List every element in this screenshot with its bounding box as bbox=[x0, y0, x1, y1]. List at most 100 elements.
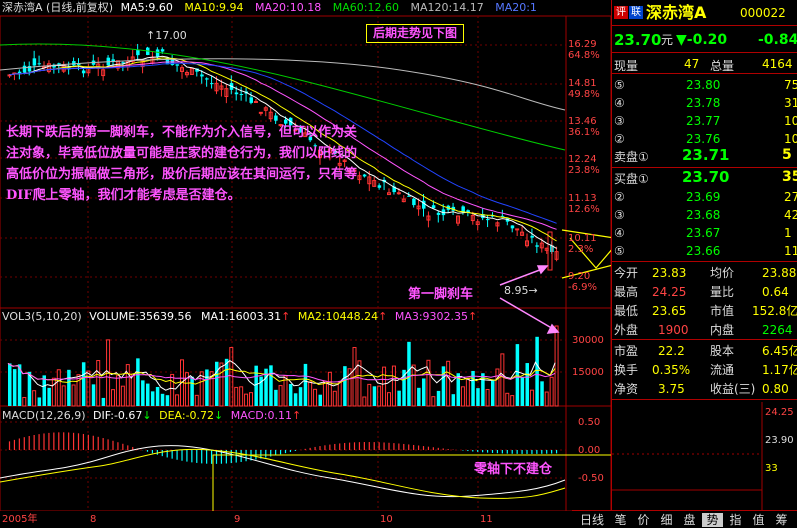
sell-volume: 31 bbox=[784, 96, 797, 110]
sell-row[interactable]: ⑤ 23.80 75 bbox=[612, 76, 797, 94]
volume-bar bbox=[554, 325, 559, 407]
fund-label: 净资 bbox=[614, 382, 639, 396]
stats-row: 最低 23.65 市值 152.8亿 bbox=[612, 302, 797, 321]
stats-value: 24.25 bbox=[652, 285, 687, 299]
intraday-inset[interactable]: 24.25 23.90 33 bbox=[612, 402, 797, 510]
time-axis: 2005年 8 9 10 11 bbox=[0, 511, 612, 528]
volume-bar bbox=[343, 366, 347, 406]
volume-bar bbox=[407, 341, 411, 406]
volume-bar bbox=[446, 360, 451, 407]
candle-body bbox=[436, 212, 441, 215]
buy-row[interactable]: ③ 23.68 42 bbox=[612, 206, 797, 224]
sell-order-book: ⑤ 23.80 75 ④ 23.78 31 ③ 23.77 10 ② 23.76 10 卖盘① 23.71… bbox=[612, 76, 797, 168]
pct-tick: 64.8% bbox=[568, 50, 600, 61]
candle-body bbox=[37, 63, 42, 65]
volume-bar bbox=[170, 373, 175, 407]
fund-label: 换手 bbox=[614, 363, 639, 377]
tab-8[interactable]: 筹 bbox=[771, 513, 792, 527]
fund-value: 0.80 bbox=[762, 382, 789, 396]
candle-body bbox=[205, 78, 209, 80]
tab-4[interactable]: 盘 bbox=[679, 513, 700, 527]
quote-panel: 评 联 深赤湾A 000022 23.70 元 ▼-0.20 -0.84 现量 … bbox=[572, 0, 797, 528]
volume-bar bbox=[239, 386, 244, 407]
tab-3[interactable]: 细 bbox=[656, 513, 677, 527]
volume-bar bbox=[327, 371, 332, 407]
volume-bar bbox=[194, 394, 199, 407]
tab-5[interactable]: 势 bbox=[702, 513, 723, 527]
fund-value: 22.2 bbox=[658, 344, 685, 358]
candle-body bbox=[377, 185, 382, 188]
buy-row[interactable]: 买盘① 23.70 35 bbox=[612, 170, 797, 188]
volume-bar bbox=[249, 392, 253, 407]
tab-2[interactable]: 价 bbox=[633, 513, 654, 527]
buy-row[interactable]: ② 23.69 27 bbox=[612, 188, 797, 206]
analysis-note: 长期下跌后的第一脚刹车，不能作为介入信号，但可以作为关注对象，毕竟低位放量可能是… bbox=[6, 125, 358, 203]
sell-volume: 75 bbox=[784, 78, 797, 92]
candle-body bbox=[486, 219, 490, 221]
tab-0[interactable]: 日线 bbox=[574, 513, 610, 527]
buy-row[interactable]: ⑤ 23.66 11 bbox=[612, 242, 797, 260]
stats-value: 2264 bbox=[762, 323, 793, 337]
volume-bar bbox=[372, 386, 377, 406]
volume-bar bbox=[136, 358, 140, 406]
volume-bar bbox=[215, 361, 219, 406]
volume-bar bbox=[357, 360, 362, 407]
tab-6[interactable]: 指 bbox=[725, 513, 746, 527]
volume-bar bbox=[61, 385, 66, 407]
vol-label: VOL3(5,10,20) bbox=[2, 310, 82, 323]
sell-price: 23.77 bbox=[686, 114, 721, 128]
volume-bar bbox=[535, 336, 539, 406]
tab-1[interactable]: 笔 bbox=[610, 513, 631, 527]
chart-header: 深赤湾A (日线,前复权) MA5:9.60 MA10:9.94 MA20:10… bbox=[2, 1, 537, 14]
candle-body bbox=[175, 64, 180, 66]
sell-row[interactable]: ④ 23.78 31 bbox=[612, 94, 797, 112]
price-line: 23.70 元 ▼-0.20 -0.84 bbox=[612, 27, 797, 53]
stats-value: 152.8亿 bbox=[752, 304, 797, 318]
rating-badge[interactable]: 评 bbox=[614, 6, 628, 19]
ma120-label: MA120:14.17 bbox=[410, 1, 484, 14]
stats-label: 最高 bbox=[614, 285, 639, 299]
fund-value: 0.35% bbox=[652, 363, 691, 377]
volume-bar bbox=[67, 369, 71, 406]
stats-label: 今开 bbox=[614, 266, 639, 280]
below-zero-note: 零轴下不建仓 bbox=[474, 462, 553, 477]
volume-bar bbox=[115, 375, 120, 407]
link-badge[interactable]: 联 bbox=[629, 6, 643, 19]
stats-label: 内盘 bbox=[710, 323, 735, 337]
volume-bar bbox=[500, 353, 505, 407]
pct-tick: 12.6% bbox=[568, 204, 600, 215]
candle-body bbox=[412, 198, 416, 206]
vol-value: VOLUME:35639.56 bbox=[89, 310, 192, 323]
volume-bar bbox=[71, 384, 76, 407]
stats-value: 23.83 bbox=[652, 266, 687, 280]
later-trend-note: 后期走势见下图 bbox=[366, 24, 465, 43]
fund-row: 换手 0.35% 流通 1.17亿 bbox=[612, 361, 797, 380]
volume-bar bbox=[298, 387, 303, 406]
tab-7[interactable]: 值 bbox=[748, 513, 769, 527]
vol-tick: 15000 bbox=[572, 367, 604, 378]
candle-body bbox=[111, 59, 115, 62]
chart-area[interactable] bbox=[0, 0, 612, 528]
sell-price: 23.76 bbox=[686, 132, 721, 146]
volume-bar bbox=[451, 394, 456, 406]
volume-bar bbox=[130, 373, 135, 407]
ma20-label: MA20:10.18 bbox=[255, 1, 322, 14]
volume-bar bbox=[32, 390, 37, 407]
buy-level-label: ③ bbox=[614, 208, 625, 222]
time-tick: 10 bbox=[380, 514, 393, 525]
volume-bar bbox=[150, 391, 155, 406]
volume-bar bbox=[510, 395, 515, 407]
buy-order-book: 买盘① 23.70 35 ② 23.69 27 ③ 23.68 42 ④ 23.67 1 ⑤ 23.66 1… bbox=[612, 170, 797, 262]
volume-bar bbox=[199, 371, 204, 407]
buy-row[interactable]: ④ 23.67 1 bbox=[612, 224, 797, 242]
sell-row[interactable]: ③ 23.77 10 bbox=[612, 112, 797, 130]
volume-bar bbox=[540, 381, 544, 406]
sell-row[interactable]: 卖盘① 23.71 5 bbox=[612, 148, 797, 166]
buy-price: 23.68 bbox=[686, 208, 721, 222]
volume-bar bbox=[529, 389, 534, 407]
buy-price: 23.66 bbox=[686, 244, 721, 258]
volume-bar bbox=[293, 393, 298, 406]
volume-bar bbox=[190, 376, 194, 406]
price-change: ▼-0.20 bbox=[676, 32, 728, 48]
volume-bar bbox=[274, 389, 278, 406]
